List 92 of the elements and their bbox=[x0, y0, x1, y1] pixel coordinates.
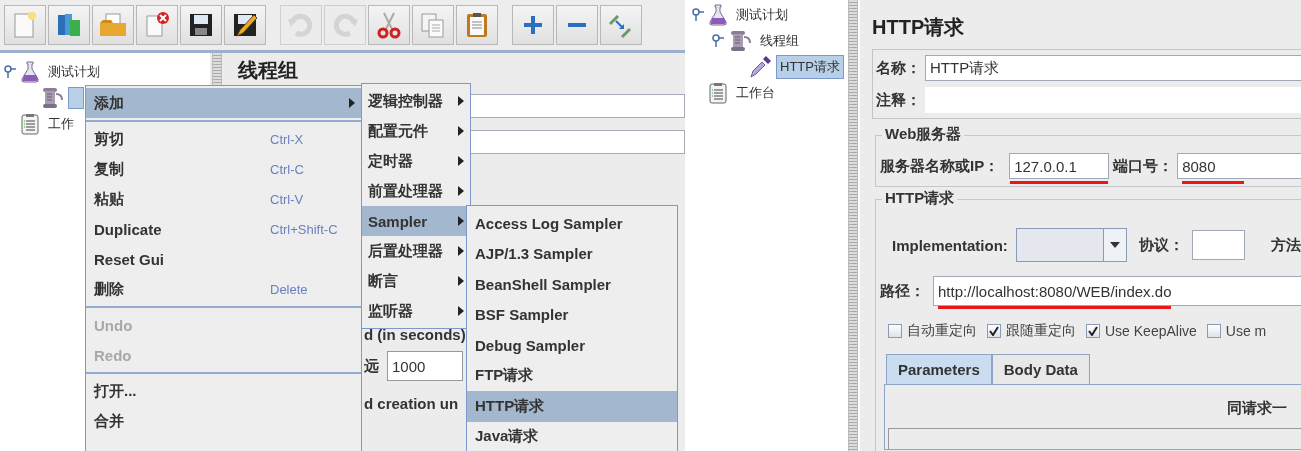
field-label: 名称： bbox=[876, 58, 921, 78]
close-file-icon bbox=[143, 11, 171, 39]
menu-item[interactable]: FTP请求 bbox=[467, 360, 677, 391]
copy-icon bbox=[419, 11, 447, 39]
clipboard-icon bbox=[708, 82, 728, 104]
menu-item[interactable]: 打开... bbox=[86, 376, 361, 406]
checkbox[interactable] bbox=[987, 324, 1001, 338]
panel-title: HTTP请求 bbox=[872, 15, 966, 40]
checkbox-label: Use m bbox=[1225, 323, 1267, 339]
text-field[interactable]: http://localhost:8080/WEB/index.do bbox=[933, 276, 1301, 306]
folder-icon bbox=[98, 11, 128, 39]
minus-icon bbox=[567, 23, 587, 27]
redo-icon bbox=[331, 11, 359, 39]
group-title: HTTP请求 bbox=[882, 189, 958, 208]
tree-item[interactable]: 工作台 bbox=[732, 81, 779, 105]
floppy-pencil-icon bbox=[231, 11, 259, 39]
checkbox-label: 跟随重定向 bbox=[1006, 322, 1076, 340]
shortcut-label: Ctrl-V bbox=[270, 191, 304, 207]
checkbox[interactable] bbox=[1206, 324, 1221, 338]
menu-item[interactable]: Java请求 bbox=[467, 421, 677, 451]
tree-item[interactable]: HTTP请求 bbox=[776, 55, 844, 79]
shortcut-label: Delete bbox=[270, 281, 308, 297]
submenu-arrow-icon bbox=[349, 98, 355, 108]
tree-item[interactable]: 测试计划 bbox=[44, 60, 104, 84]
menu-item[interactable]: AJP/1.3 Sampler bbox=[467, 238, 677, 269]
dropdown-arrow-icon bbox=[1109, 242, 1120, 248]
menu-item[interactable]: 剪切 Ctrl-X bbox=[86, 124, 361, 154]
field-label: 路径： bbox=[880, 281, 925, 301]
tab[interactable]: Body Data bbox=[991, 354, 1090, 384]
spool-icon bbox=[728, 29, 752, 53]
scissors-icon bbox=[375, 11, 403, 39]
undo-icon bbox=[287, 11, 315, 39]
field-label: d (in seconds) bbox=[364, 326, 466, 343]
spool-icon bbox=[40, 86, 64, 110]
shortcut-label: Ctrl+Shift-C bbox=[270, 221, 338, 237]
checkbox-label: Use KeepAlive bbox=[1105, 323, 1197, 339]
menu-item[interactable]: 粘贴 Ctrl-V bbox=[86, 184, 361, 214]
menu-item[interactable]: Reset Gui bbox=[86, 244, 361, 274]
menu-item[interactable]: 逻辑控制器 bbox=[362, 86, 470, 116]
field-label: 注释： bbox=[876, 90, 921, 110]
flask-icon bbox=[708, 4, 728, 26]
checkbox[interactable] bbox=[1086, 324, 1100, 338]
text-field[interactable]: 1000 bbox=[387, 351, 463, 381]
menu-item[interactable]: 前置处理器 bbox=[362, 176, 470, 206]
menu-item[interactable]: 添加 bbox=[86, 88, 361, 118]
pipette-icon bbox=[748, 55, 772, 79]
menu-item[interactable]: BSF Sampler bbox=[467, 299, 677, 330]
menu-item[interactable]: 定时器 bbox=[362, 146, 470, 176]
menu-item[interactable]: 删除 Delete bbox=[86, 274, 361, 304]
new-file-icon bbox=[12, 11, 38, 39]
field-label: Implementation: bbox=[892, 236, 1008, 254]
checkbox-label: 自动重定向 bbox=[907, 322, 977, 340]
plus-icon bbox=[521, 13, 545, 37]
field-label: 协议： bbox=[1138, 235, 1184, 255]
menu-item[interactable]: 合并 bbox=[86, 406, 361, 436]
menu-item[interactable]: HTTP请求 bbox=[467, 391, 677, 422]
menu-item[interactable]: Duplicate Ctrl+Shift-C bbox=[86, 214, 361, 244]
flask-icon bbox=[20, 61, 40, 83]
field-label: 方法 bbox=[1271, 235, 1301, 255]
tree-item[interactable]: 测试计划 bbox=[732, 3, 792, 27]
tab[interactable]: Parameters bbox=[886, 354, 992, 384]
field-label: 端口号： bbox=[1113, 156, 1174, 176]
tree-item[interactable]: 工作 bbox=[44, 112, 78, 136]
submenu-arrow-icon bbox=[458, 126, 464, 136]
menu-item[interactable]: BeanShell Sampler bbox=[467, 269, 677, 300]
menu-item[interactable]: 复制 Ctrl-C bbox=[86, 154, 361, 184]
text-field[interactable] bbox=[1191, 230, 1245, 260]
shortcut-label: Ctrl-X bbox=[270, 131, 304, 147]
menu-item[interactable]: Access Log Sampler bbox=[467, 208, 677, 239]
expand-handle-icon[interactable] bbox=[712, 34, 724, 48]
menu-item[interactable]: 配置元件 bbox=[362, 116, 470, 146]
panel-title: 线程组 bbox=[238, 58, 299, 83]
toolbar-button[interactable] bbox=[224, 5, 266, 45]
submenu-arrow-icon bbox=[458, 96, 464, 106]
submenu-arrow-icon bbox=[458, 156, 464, 166]
group-title: Web服务器 bbox=[882, 125, 965, 144]
dropdown[interactable] bbox=[1015, 228, 1127, 262]
submenu-arrow-icon bbox=[458, 186, 464, 196]
table-caption: 同请求一 bbox=[1227, 399, 1287, 418]
field-label: 远 bbox=[364, 356, 379, 376]
books-icon bbox=[55, 11, 83, 39]
toolbar-button[interactable] bbox=[180, 5, 222, 45]
text-field[interactable]: HTTP请求 bbox=[925, 55, 1301, 81]
expand-handle-icon[interactable] bbox=[4, 65, 16, 79]
expand-handle-icon[interactable] bbox=[692, 8, 704, 22]
clipboard-icon bbox=[20, 113, 40, 135]
checkbox-label: d creation un bbox=[364, 395, 459, 412]
menu-item[interactable]: Debug Sampler bbox=[467, 330, 677, 361]
tree-item[interactable]: 线程组 bbox=[756, 29, 803, 53]
shortcut-label: Ctrl-C bbox=[270, 161, 304, 177]
checkbox[interactable] bbox=[888, 324, 902, 338]
field-label: 服务器名称或IP： bbox=[880, 156, 1000, 176]
